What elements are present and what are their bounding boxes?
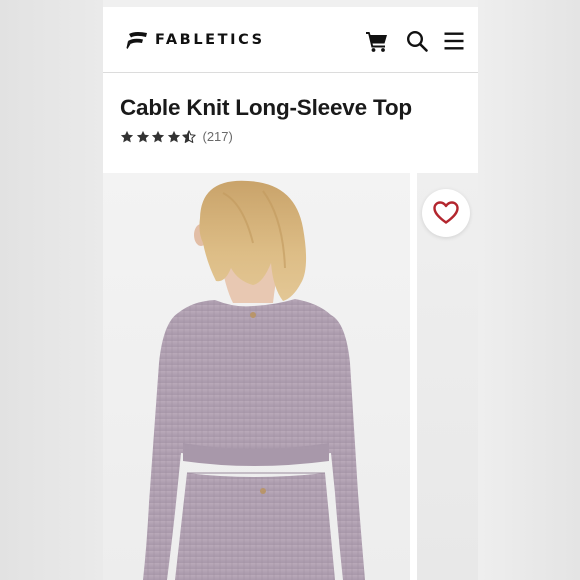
review-count[interactable]: (217)	[203, 129, 233, 144]
status-strip	[103, 0, 478, 7]
brand-logo[interactable]: FABLETICS	[126, 29, 265, 51]
fabletics-logo-icon	[126, 31, 147, 49]
search-icon[interactable]	[405, 29, 429, 53]
product-title: Cable Knit Long-Sleeve Top	[120, 95, 412, 120]
brand-name: FABLETICS	[155, 32, 265, 48]
site-header: FABLETICS	[103, 7, 478, 73]
star-full-icon	[151, 130, 165, 142]
heart-outline-icon	[433, 201, 459, 224]
cart-icon[interactable]	[365, 29, 389, 53]
star-full-icon	[120, 130, 134, 142]
background-left	[0, 0, 103, 580]
product-gallery[interactable]	[103, 173, 478, 580]
model-photo	[143, 180, 365, 580]
star-rating	[120, 129, 198, 144]
background-right	[478, 0, 580, 580]
favorite-button[interactable]	[422, 189, 470, 237]
star-half-icon	[182, 129, 196, 143]
product-image[interactable]	[103, 173, 410, 580]
star-full-icon	[136, 130, 149, 142]
mobile-screen: FABLETICS Cable Knit Long-Sleeve Top (21…	[103, 0, 478, 580]
product-rating[interactable]: (217)	[120, 129, 233, 144]
product-info: Cable Knit Long-Sleeve Top (217)	[103, 73, 478, 173]
star-full-icon	[167, 130, 180, 142]
gallery-gap	[410, 173, 417, 580]
hamburger-menu-icon[interactable]	[442, 29, 466, 53]
